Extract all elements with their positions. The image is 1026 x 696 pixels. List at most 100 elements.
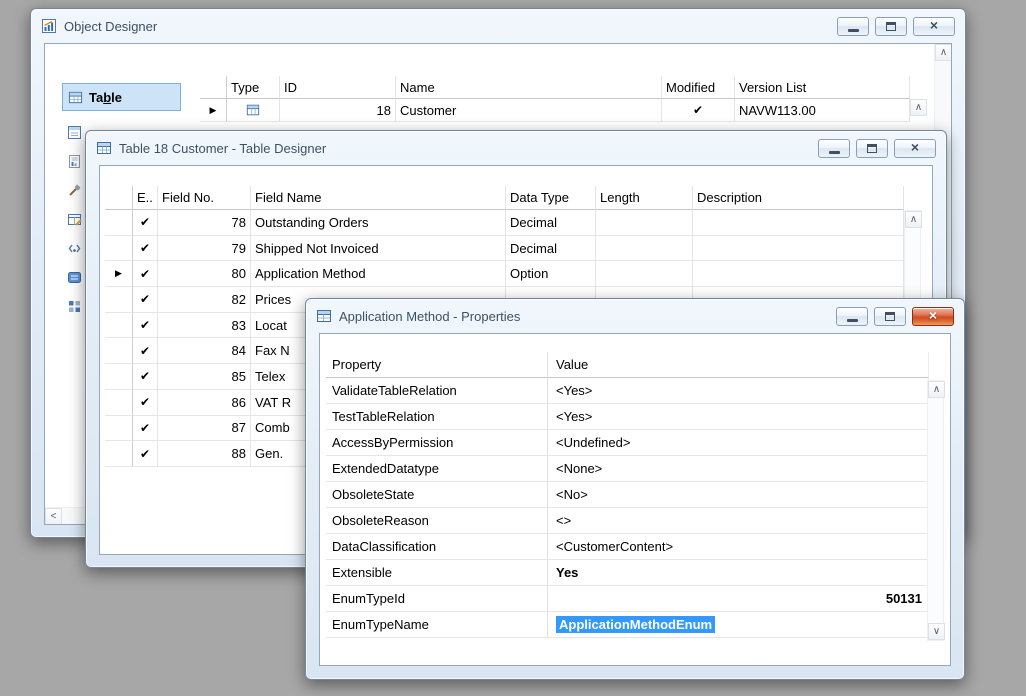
scroll-up-button[interactable]: ∧	[935, 44, 952, 61]
enabled-cell[interactable]: ✔	[133, 236, 158, 262]
enabled-cell[interactable]: ✔	[133, 261, 158, 287]
enabled-cell[interactable]: ✔	[133, 287, 158, 313]
maximize-button[interactable]	[874, 307, 906, 326]
minimize-button[interactable]	[818, 139, 850, 158]
property-value-cell[interactable]: <>	[548, 508, 929, 534]
object-version-cell[interactable]: NAVW113.00	[735, 99, 910, 122]
object-id-cell[interactable]: 18	[280, 99, 396, 122]
property-row[interactable]: ExtendedDatatype <None>	[326, 456, 929, 482]
field-name-cell[interactable]: Shipped Not Invoiced	[251, 236, 506, 262]
row-selector[interactable]	[105, 390, 133, 416]
property-row[interactable]: ObsoleteReason <>	[326, 508, 929, 534]
row-selector[interactable]: ▶	[105, 261, 133, 287]
scroll-down-button[interactable]: ∨	[928, 623, 945, 640]
description-cell[interactable]	[693, 210, 904, 236]
property-value-cell[interactable]: <Undefined>	[548, 430, 929, 456]
enabled-cell[interactable]: ✔	[133, 210, 158, 236]
description-cell[interactable]	[693, 261, 904, 287]
enabled-cell[interactable]: ✔	[133, 416, 158, 442]
field-name-cell[interactable]: Application Method	[251, 261, 506, 287]
enabled-cell[interactable]: ✔	[133, 313, 158, 339]
property-name-cell[interactable]: Extensible	[326, 560, 548, 586]
property-row[interactable]: DataClassification <CustomerContent>	[326, 534, 929, 560]
close-button[interactable]: ×	[894, 139, 936, 158]
field-name-cell[interactable]: Outstanding Orders	[251, 210, 506, 236]
row-selector[interactable]	[105, 441, 133, 467]
property-name-cell[interactable]: TestTableRelation	[326, 404, 548, 430]
scroll-left-button[interactable]: <	[45, 508, 62, 525]
property-value-cell[interactable]: <CustomerContent>	[548, 534, 929, 560]
properties-titlebar[interactable]: Application Method - Properties ×	[306, 299, 964, 333]
length-cell[interactable]	[596, 236, 693, 262]
field-no-cell[interactable]: 85	[158, 364, 251, 390]
property-value-cell[interactable]: <No>	[548, 482, 929, 508]
property-value-cell[interactable]: <None>	[548, 456, 929, 482]
scroll-up-button[interactable]: ∧	[928, 381, 945, 398]
object-type-cell[interactable]	[227, 99, 280, 122]
property-row[interactable]: Extensible Yes	[326, 560, 929, 586]
row-selector[interactable]	[105, 416, 133, 442]
property-name-cell[interactable]: DataClassification	[326, 534, 548, 560]
enabled-cell[interactable]: ✔	[133, 338, 158, 364]
property-value-cell[interactable]: <Yes>	[548, 404, 929, 430]
length-cell[interactable]	[596, 261, 693, 287]
property-value-cell[interactable]: 50131	[548, 586, 929, 612]
row-selector[interactable]	[105, 210, 133, 236]
scroll-up-button[interactable]: ∧	[905, 211, 922, 228]
maximize-button[interactable]	[856, 139, 888, 158]
field-row[interactable]: ▶ ✔ 80 Application Method Option	[105, 261, 904, 287]
property-row[interactable]: ObsoleteState <No>	[326, 482, 929, 508]
object-name-cell[interactable]: Customer	[396, 99, 662, 122]
field-no-cell[interactable]: 86	[158, 390, 251, 416]
property-row[interactable]: EnumTypeName ApplicationMethodEnum	[326, 612, 929, 638]
object-designer-titlebar[interactable]: Object Designer ×	[31, 9, 965, 43]
property-grid-scrollbar[interactable]: ∧ ∨	[927, 380, 944, 641]
property-name-cell[interactable]: EnumTypeName	[326, 612, 548, 638]
row-selector[interactable]	[105, 236, 133, 262]
object-list-scroll-up-button[interactable]: ∧	[910, 99, 927, 116]
minimize-button[interactable]	[836, 307, 868, 326]
property-name-cell[interactable]: AccessByPermission	[326, 430, 548, 456]
property-name-cell[interactable]: ExtendedDatatype	[326, 456, 548, 482]
minimize-button[interactable]	[837, 17, 869, 36]
data-type-cell[interactable]: Decimal	[506, 210, 596, 236]
field-no-cell[interactable]: 88	[158, 441, 251, 467]
property-row[interactable]: ValidateTableRelation <Yes>	[326, 378, 929, 404]
enabled-cell[interactable]: ✔	[133, 441, 158, 467]
close-button[interactable]: ×	[913, 17, 955, 36]
object-modified-cell[interactable]: ✔	[662, 99, 735, 122]
row-selector[interactable]: ▶	[200, 99, 227, 122]
enabled-cell[interactable]: ✔	[133, 364, 158, 390]
property-name-cell[interactable]: ObsoleteState	[326, 482, 548, 508]
field-no-cell[interactable]: 87	[158, 416, 251, 442]
field-no-cell[interactable]: 80	[158, 261, 251, 287]
field-no-cell[interactable]: 78	[158, 210, 251, 236]
property-value-cell[interactable]: <Yes>	[548, 378, 929, 404]
property-name-cell[interactable]: ValidateTableRelation	[326, 378, 548, 404]
property-name-cell[interactable]: EnumTypeId	[326, 586, 548, 612]
field-no-cell[interactable]: 84	[158, 338, 251, 364]
length-cell[interactable]	[596, 210, 693, 236]
property-row[interactable]: AccessByPermission <Undefined>	[326, 430, 929, 456]
field-no-cell[interactable]: 79	[158, 236, 251, 262]
data-type-cell[interactable]: Decimal	[506, 236, 596, 262]
row-selector[interactable]	[105, 313, 133, 339]
sidebar-item-table[interactable]: Table	[62, 83, 181, 111]
enabled-cell[interactable]: ✔	[133, 390, 158, 416]
row-selector[interactable]	[105, 364, 133, 390]
row-selector[interactable]	[105, 338, 133, 364]
property-value-cell[interactable]: ApplicationMethodEnum	[548, 612, 929, 638]
field-row[interactable]: ✔ 79 Shipped Not Invoiced Decimal	[105, 236, 904, 262]
data-type-cell[interactable]: Option	[506, 261, 596, 287]
property-row[interactable]: EnumTypeId 50131	[326, 586, 929, 612]
close-button[interactable]: ×	[912, 307, 954, 326]
property-name-cell[interactable]: ObsoleteReason	[326, 508, 548, 534]
description-cell[interactable]	[693, 236, 904, 262]
field-row[interactable]: ✔ 78 Outstanding Orders Decimal	[105, 210, 904, 236]
object-row[interactable]: ▶ 18 Customer ✔ NAVW113.00	[200, 99, 910, 122]
maximize-button[interactable]	[875, 17, 907, 36]
field-no-cell[interactable]: 83	[158, 313, 251, 339]
property-value-cell[interactable]: Yes	[548, 560, 929, 586]
row-selector[interactable]	[105, 287, 133, 313]
table-designer-titlebar[interactable]: Table 18 Customer - Table Designer ×	[86, 131, 946, 165]
